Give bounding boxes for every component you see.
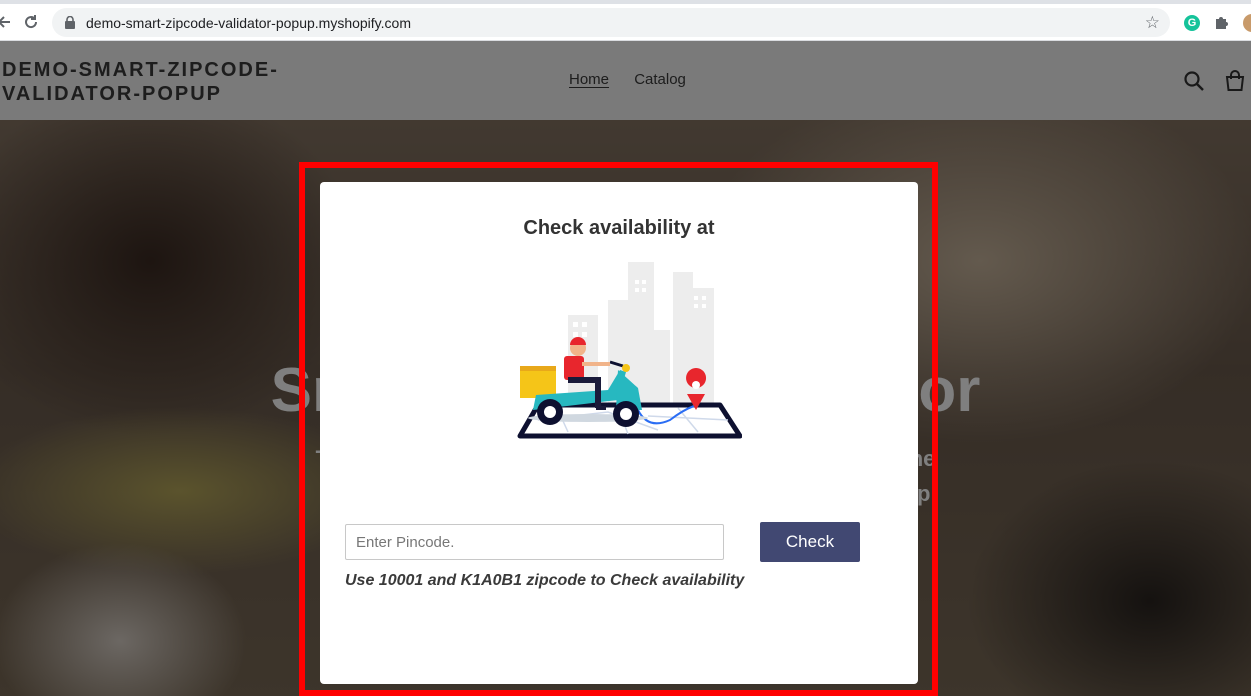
zipcode-hint: Use 10001 and K1A0B1 zipcode to Check av… [345, 572, 745, 589]
store-page: DEMO-SMART-ZIPCODE- VALIDATOR-POPUP Home… [0, 41, 1251, 696]
popup-title: Check availability at [523, 217, 715, 239]
puzzle-icon[interactable] [1213, 13, 1233, 33]
address-bar[interactable]: demo-smart-zipcode-validator-popup.mysho… [52, 8, 1170, 37]
back-arrow-icon[interactable] [0, 10, 16, 34]
pincode-input[interactable] [345, 524, 724, 560]
reload-icon[interactable] [19, 10, 43, 34]
delivery-scooter-illustration [517, 262, 742, 439]
profile-avatar[interactable] [1243, 14, 1251, 32]
browser-toolbar: demo-smart-zipcode-validator-popup.mysho… [0, 4, 1251, 41]
check-button[interactable]: Check [760, 522, 860, 562]
url-text: demo-smart-zipcode-validator-popup.mysho… [86, 15, 411, 31]
zipcode-popup: Check availability at Enter Pincode. Che… [320, 182, 918, 684]
lock-icon [65, 16, 75, 29]
bookmark-star-icon[interactable]: ☆ [1145, 13, 1160, 33]
grammarly-extension-icon[interactable]: G [1184, 15, 1200, 31]
